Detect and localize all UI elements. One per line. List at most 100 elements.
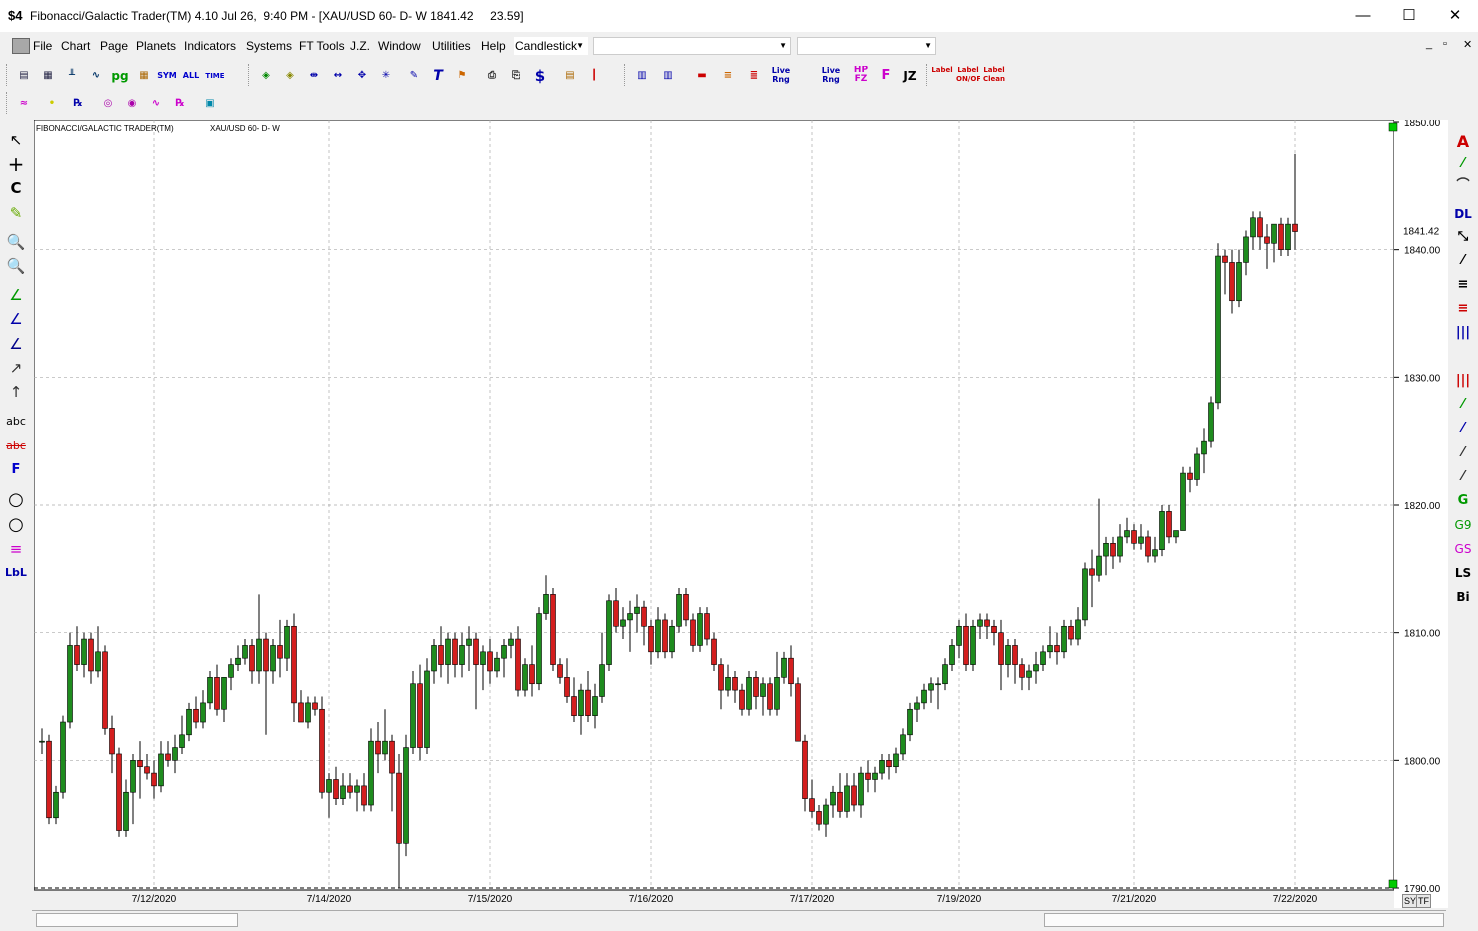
- gs-icon[interactable]: GS: [1450, 539, 1476, 559]
- tf-button[interactable]: TF: [1416, 894, 1431, 908]
- retrograde-icon[interactable]: ℞: [68, 94, 88, 114]
- timeframe-combo[interactable]: ▼: [797, 37, 936, 55]
- bi-icon[interactable]: Bi: [1450, 587, 1476, 607]
- angle4-icon[interactable]: ⁄: [1450, 467, 1476, 487]
- pointer-icon[interactable]: ↖: [4, 130, 28, 150]
- candle-icon[interactable]: ┃: [584, 66, 604, 86]
- menu-jz[interactable]: J.Z.: [350, 39, 370, 53]
- chart-list-icon[interactable]: ▦: [38, 66, 58, 86]
- delete-text-icon[interactable]: abc: [4, 436, 28, 456]
- live-range2-icon[interactable]: Live Rng: [818, 66, 844, 86]
- minimize-button[interactable]: —: [1340, 0, 1386, 32]
- menu-file[interactable]: File: [33, 39, 52, 53]
- lines-icon[interactable]: ≡: [4, 539, 28, 559]
- histogram-icon[interactable]: ≡: [718, 66, 738, 86]
- live-range-icon[interactable]: Live Rng: [768, 66, 794, 86]
- ellipse-icon[interactable]: ○: [4, 515, 28, 535]
- mdi-close-button[interactable]: ✕: [1463, 38, 1472, 51]
- toolbar-grip[interactable]: [6, 92, 10, 114]
- ray-icon[interactable]: ↗: [4, 358, 28, 378]
- page-icon[interactable]: pg: [110, 66, 130, 86]
- horizontal-lines2-icon[interactable]: ≡: [1450, 299, 1476, 319]
- red-bars-icon[interactable]: ▬: [692, 66, 712, 86]
- price-chart[interactable]: 1850.00 1840.00 1830.00 1820.00 1810.00 1800.…: [33, 118, 1448, 908]
- toolbar-grip[interactable]: [6, 64, 10, 86]
- menu-chart[interactable]: Chart: [61, 39, 90, 53]
- symbol-combo[interactable]: ▼: [593, 37, 791, 55]
- center-icon[interactable]: ✳: [376, 66, 396, 86]
- wheel2-icon[interactable]: ◉: [122, 94, 142, 114]
- vertical-lines-icon[interactable]: |||: [1450, 323, 1476, 343]
- angle2-icon[interactable]: ⁄: [1450, 419, 1476, 439]
- wheel-icon[interactable]: ◎: [98, 94, 118, 114]
- menu-utilities[interactable]: Utilities: [432, 39, 471, 53]
- text-icon[interactable]: T: [428, 66, 448, 86]
- crosshair-icon[interactable]: +: [4, 154, 28, 174]
- label-tool-icon[interactable]: LbL: [4, 563, 28, 583]
- bar-chart-icon[interactable]: ▥: [632, 66, 652, 86]
- pen-icon[interactable]: ✎: [404, 66, 424, 86]
- eraser-icon[interactable]: ✎: [4, 203, 28, 223]
- andrews-icon[interactable]: A: [1450, 132, 1476, 152]
- print-preview-icon[interactable]: ⎘: [506, 66, 526, 86]
- scroll-thumb[interactable]: [1044, 913, 1444, 927]
- planet-r-icon[interactable]: ℞: [170, 94, 190, 114]
- label-clean-icon[interactable]: Label Clean: [982, 66, 1006, 86]
- overlay-icon[interactable]: ◈: [256, 66, 276, 86]
- menu-planets[interactable]: Planets: [136, 39, 176, 53]
- line-tool-icon[interactable]: ⁄: [1450, 251, 1476, 271]
- g9-icon[interactable]: G9: [1450, 515, 1476, 535]
- close-button[interactable]: ✕: [1432, 0, 1478, 32]
- chart-type-select[interactable]: Candlestick ▼: [514, 37, 588, 55]
- cursor-c-icon[interactable]: C: [4, 178, 28, 198]
- jz-icon[interactable]: JZ: [900, 66, 920, 86]
- overlay2-icon[interactable]: ◈: [280, 66, 300, 86]
- arrow-line-icon[interactable]: ↑: [4, 382, 28, 402]
- dollar-icon[interactable]: $: [530, 66, 550, 86]
- range-icon[interactable]: ≣: [744, 66, 764, 86]
- chart-area[interactable]: 1850.00 1840.00 1830.00 1820.00 1810.00 1800.…: [33, 118, 1448, 908]
- grid-icon[interactable]: ▦: [134, 66, 154, 86]
- menu-ft-tools[interactable]: FT Tools: [299, 39, 345, 53]
- fan-icon[interactable]: ⤡: [1450, 227, 1476, 247]
- horizontal-lines-icon[interactable]: ≡: [1450, 275, 1476, 295]
- dl-icon[interactable]: DL: [1450, 204, 1476, 224]
- symbol-icon[interactable]: SYM: [157, 66, 177, 86]
- angle-icon[interactable]: ⁄: [1450, 395, 1476, 415]
- text-tool-icon[interactable]: abc: [4, 412, 28, 432]
- gann-icon[interactable]: G: [1450, 491, 1476, 511]
- label-onoff-icon[interactable]: Label ON/OFF: [956, 66, 980, 86]
- print-icon[interactable]: ⎙: [482, 66, 502, 86]
- fh-icon[interactable]: F: [876, 66, 896, 86]
- speed-line-icon[interactable]: ⁄: [1450, 154, 1476, 174]
- zoom-out-icon[interactable]: 🔍: [4, 256, 28, 276]
- panel-icon[interactable]: ▣: [200, 94, 220, 114]
- vertical-lines2-icon[interactable]: |||: [1450, 371, 1476, 391]
- all-icon[interactable]: ALL: [181, 66, 201, 86]
- time-icon[interactable]: TIME: [205, 66, 225, 86]
- bar-chart2-icon[interactable]: ▥: [658, 66, 678, 86]
- wave-icon[interactable]: ∿: [86, 66, 106, 86]
- menu-page[interactable]: Page: [100, 39, 128, 53]
- astro-wave-icon[interactable]: ≈: [14, 94, 34, 114]
- cycle-icon[interactable]: ∿: [146, 94, 166, 114]
- zoom-in-icon[interactable]: 🔍: [4, 232, 28, 252]
- menu-help[interactable]: Help: [481, 39, 506, 53]
- planet-dots-icon[interactable]: •: [42, 94, 62, 114]
- trendline-icon[interactable]: ∠: [4, 285, 28, 305]
- mdi-restore-button[interactable]: ▫: [1443, 38, 1447, 50]
- circle-icon[interactable]: ○: [4, 490, 28, 510]
- move-icon[interactable]: ✥: [352, 66, 372, 86]
- menu-indicators[interactable]: Indicators: [184, 39, 236, 53]
- mdi-minimize-button[interactable]: _: [1426, 38, 1432, 50]
- bars-icon[interactable]: ╨: [62, 66, 82, 86]
- ls-icon[interactable]: LS: [1450, 563, 1476, 583]
- trendline2-icon[interactable]: ∠: [4, 309, 28, 329]
- scroll-segment-left[interactable]: [36, 913, 238, 927]
- arc-icon[interactable]: ⌒: [1450, 176, 1476, 196]
- trendline3-icon[interactable]: ∠: [4, 334, 28, 354]
- menu-window[interactable]: Window: [378, 39, 421, 53]
- maximize-button[interactable]: ☐: [1386, 0, 1432, 32]
- traffic-light-icon[interactable]: ⚑: [452, 66, 472, 86]
- menu-systems[interactable]: Systems: [246, 39, 292, 53]
